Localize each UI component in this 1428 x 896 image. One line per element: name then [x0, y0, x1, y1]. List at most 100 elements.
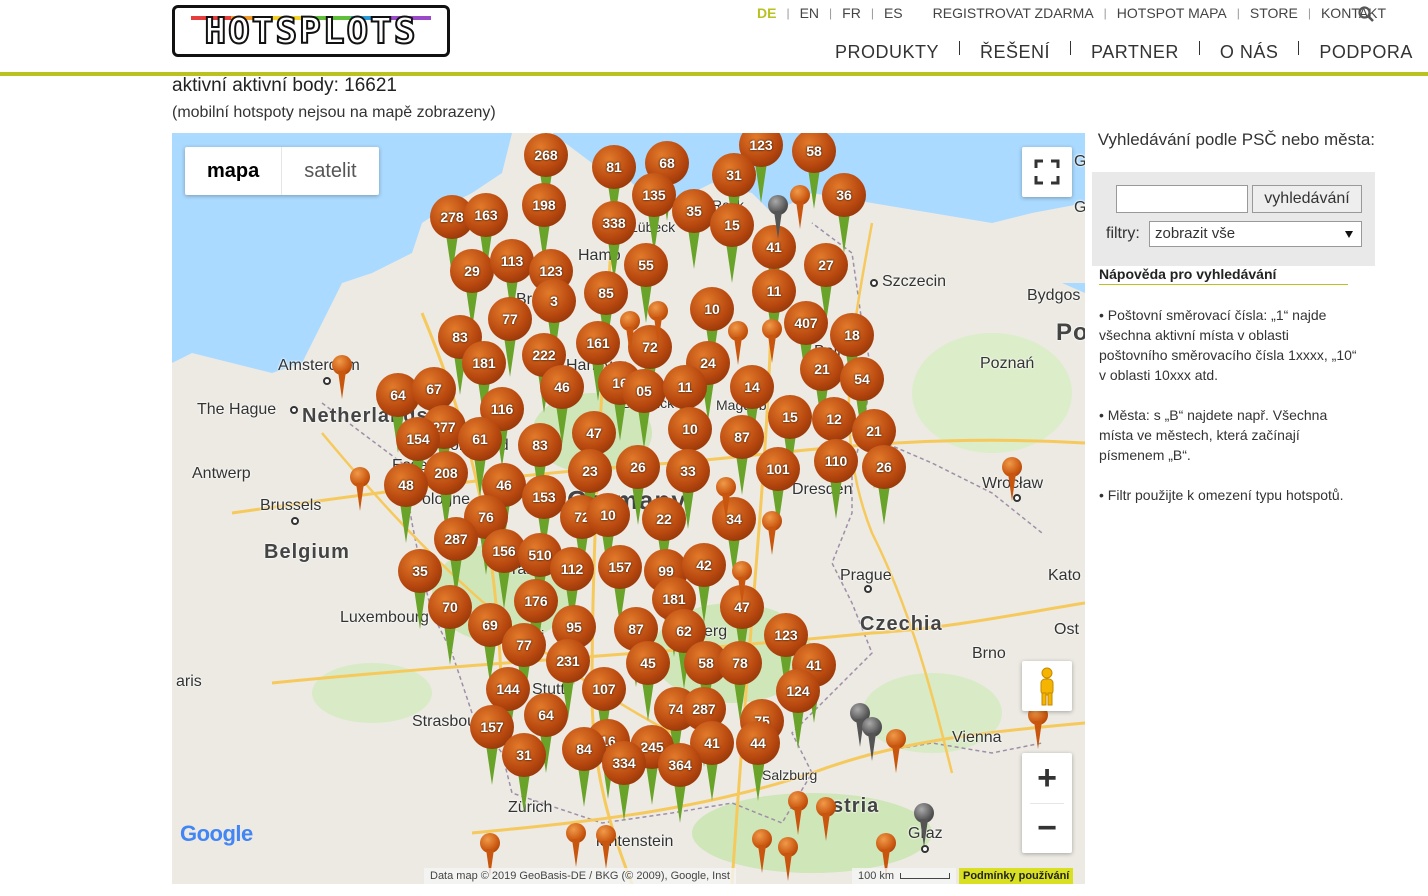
- marker-count: 161: [576, 321, 620, 365]
- map-scale[interactable]: 100 km: [852, 868, 957, 884]
- hotspot-cluster-marker[interactable]: 48: [384, 463, 428, 543]
- marker-count: 268: [524, 133, 568, 177]
- link-store[interactable]: STORE: [1240, 5, 1308, 21]
- help-item-filter: • Filtr použijte k omezení typu hotspotů…: [1099, 487, 1344, 503]
- filter-label: filtry:: [1106, 225, 1140, 242]
- single-hotspot-marker[interactable]: [620, 311, 640, 355]
- main-nav: PRODUKTY ŘEŠENÍ PARTNER O NÁS PODPORA: [835, 40, 1413, 63]
- hotspot-cluster-marker[interactable]: 364: [658, 743, 702, 823]
- label-edge-g1: G: [1074, 153, 1085, 170]
- lang-fr[interactable]: FR: [832, 5, 871, 21]
- link-hotspot-map[interactable]: HOTSPOT MAPA: [1107, 5, 1237, 21]
- link-contact[interactable]: KONTAKT: [1311, 5, 1396, 21]
- single-hotspot-marker-inactive[interactable]: [914, 803, 934, 847]
- search-icon[interactable]: [1358, 6, 1374, 22]
- hotspot-cluster-marker[interactable]: 44: [736, 721, 780, 801]
- map-type-map-button[interactable]: mapa: [185, 147, 283, 195]
- nav-produkty[interactable]: PRODUKTY: [835, 42, 959, 63]
- single-hotspot-marker[interactable]: [762, 319, 782, 363]
- single-hotspot-marker[interactable]: [778, 837, 798, 881]
- fullscreen-icon: [1034, 159, 1060, 185]
- hotspot-cluster-marker[interactable]: 84: [562, 727, 606, 807]
- nav-reseni[interactable]: ŘEŠENÍ: [960, 42, 1070, 63]
- single-hotspot-marker[interactable]: [788, 791, 808, 835]
- fullscreen-button[interactable]: [1022, 147, 1072, 197]
- marker-count: 113: [490, 239, 534, 283]
- hotspot-map[interactable]: Amsterdam The Hague Netherlands Antwerp …: [172, 133, 1085, 884]
- terms-of-use-link[interactable]: Podmínky používání: [959, 868, 1074, 884]
- marker-count: 338: [592, 201, 636, 245]
- map-type-satellite-button[interactable]: satelit: [282, 147, 378, 195]
- single-hotspot-marker[interactable]: [752, 829, 772, 873]
- label-poznan: Poznań: [980, 355, 1035, 372]
- hotspot-cluster-marker[interactable]: 135: [632, 173, 676, 253]
- lang-de[interactable]: DE: [747, 5, 786, 21]
- hotspot-cluster-marker[interactable]: 110: [814, 439, 858, 519]
- logo-text: HOTSPLOTS: [203, 10, 418, 53]
- google-logo[interactable]: Google: [180, 821, 253, 847]
- city-dot: [291, 517, 299, 525]
- scale-label: 100 km: [858, 870, 895, 882]
- hotsplots-logo[interactable]: HOTSPLOTS: [172, 5, 450, 57]
- marker-count: 26: [616, 445, 660, 489]
- single-hotspot-marker[interactable]: [350, 467, 370, 511]
- single-hotspot-marker-inactive[interactable]: [862, 717, 882, 761]
- single-hotspot-marker[interactable]: [566, 823, 586, 867]
- label-szczecin: Szczecin: [882, 273, 947, 290]
- city-dot: [290, 406, 298, 414]
- search-heading: Vyhledávání podle PSČ nebo města:: [1097, 130, 1375, 149]
- hotspot-cluster-marker[interactable]: 31: [502, 733, 546, 813]
- hotspot-cluster-marker[interactable]: 15: [710, 203, 754, 283]
- search-button[interactable]: vyhledávání: [1252, 185, 1362, 213]
- map-type-control: mapa satelit: [185, 147, 379, 195]
- single-hotspot-marker[interactable]: [332, 355, 352, 399]
- nav-podpora[interactable]: PODPORA: [1299, 42, 1413, 63]
- hotspot-cluster-marker[interactable]: 05: [622, 369, 666, 449]
- nav-partner[interactable]: PARTNER: [1071, 42, 1199, 63]
- street-view-pegman-button[interactable]: [1022, 661, 1072, 711]
- zoom-divider: [1030, 803, 1064, 804]
- site-header: HOTSPLOTS DE | EN | FR | ES REGISTROVAT …: [0, 0, 1428, 76]
- marker-count: 22: [642, 497, 686, 541]
- hotspot-cluster-marker[interactable]: 26: [862, 445, 906, 525]
- single-hotspot-marker[interactable]: [1028, 705, 1048, 749]
- single-hotspot-marker[interactable]: [732, 561, 752, 605]
- search-input[interactable]: [1116, 185, 1248, 213]
- single-hotspot-marker[interactable]: [648, 301, 668, 345]
- marker-count: 55: [624, 243, 668, 287]
- single-hotspot-marker[interactable]: [716, 477, 736, 521]
- link-register[interactable]: REGISTROVAT ZDARMA: [913, 5, 1104, 21]
- marker-count: 70: [428, 585, 472, 629]
- filter-select[interactable]: zobrazit vše: [1149, 221, 1362, 247]
- marker-count: 44: [736, 721, 780, 765]
- hotspot-cluster-marker[interactable]: 70: [428, 585, 472, 665]
- marker-count: 12: [812, 397, 856, 441]
- single-hotspot-marker[interactable]: [762, 511, 782, 555]
- single-hotspot-marker[interactable]: [886, 729, 906, 773]
- label-antwerp: Antwerp: [192, 465, 251, 482]
- single-hotspot-marker[interactable]: [790, 185, 810, 229]
- hotspot-cluster-marker[interactable]: 334: [602, 741, 646, 821]
- marker-count: 198: [522, 183, 566, 227]
- marker-count: 21: [800, 347, 844, 391]
- map-attribution: Data map © 2019 GeoBasis-DE / BKG (© 200…: [424, 868, 736, 884]
- marker-count: 135: [632, 173, 676, 217]
- nav-o-nas[interactable]: O NÁS: [1200, 42, 1299, 63]
- city-dot: [864, 585, 872, 593]
- marker-count: 107: [582, 667, 626, 711]
- marker-count: 110: [814, 439, 858, 483]
- zoom-in-button[interactable]: +: [1022, 753, 1072, 803]
- label-vienna: Vienna: [952, 729, 1002, 746]
- single-hotspot-marker[interactable]: [596, 825, 616, 869]
- marker-count: 58: [792, 133, 836, 173]
- lang-es[interactable]: ES: [874, 5, 913, 21]
- marker-count: 3: [532, 279, 576, 323]
- label-the-hague: The Hague: [197, 401, 277, 418]
- single-hotspot-marker-inactive[interactable]: [768, 195, 788, 239]
- single-hotspot-marker[interactable]: [728, 321, 748, 365]
- zoom-out-button[interactable]: −: [1022, 803, 1072, 853]
- lang-en[interactable]: EN: [790, 5, 829, 21]
- single-hotspot-marker[interactable]: [1002, 457, 1022, 501]
- single-hotspot-marker[interactable]: [816, 797, 836, 841]
- hotspot-cluster-marker[interactable]: 36: [822, 173, 866, 253]
